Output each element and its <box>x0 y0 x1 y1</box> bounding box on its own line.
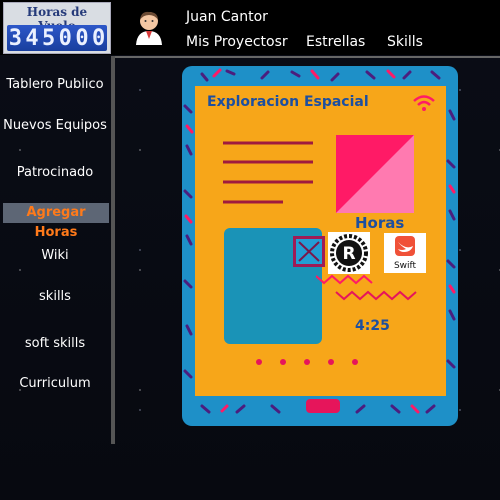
swift-logo-icon <box>395 236 415 256</box>
counter-digit: 3 <box>8 25 22 51</box>
header-divider <box>111 56 500 58</box>
nav-estrellas[interactable]: Estrellas <box>306 34 365 50</box>
nav-mis-proyectos[interactable]: Mis Proyectosr <box>186 34 288 50</box>
counter-digit: 4 <box>25 25 39 51</box>
counter-digit: 0 <box>58 25 72 51</box>
flight-hours-counter: 3 4 5 0 0 0 <box>7 25 107 51</box>
counter-digit: 0 <box>91 25 106 51</box>
svg-text:R: R <box>342 244 355 264</box>
zigzag-decoration <box>316 274 417 301</box>
swift-label: Swift <box>393 261 417 271</box>
counter-digit: 5 <box>42 25 56 51</box>
flight-hours-badge: Horas de Vuelo 3 4 5 0 0 0 <box>3 2 111 54</box>
rust-logo-icon: R <box>328 232 370 274</box>
sidebar-item-skills[interactable]: skills <box>0 289 110 304</box>
sidebar-item-wiki[interactable]: Wiki <box>0 248 110 263</box>
tablet-card: Exploracion Espacial Horas R Swift 4:25 <box>182 66 458 426</box>
pagination-dots <box>256 359 358 365</box>
counter-digit: 0 <box>75 25 89 51</box>
nav-skills[interactable]: Skills <box>387 34 423 50</box>
hours-time: 4:25 <box>355 318 390 334</box>
text-lines-decoration <box>223 141 313 204</box>
sidebar-divider <box>111 56 115 444</box>
hours-label: Horas <box>355 214 405 232</box>
pink-image-placeholder <box>336 135 414 213</box>
tablet-home-button[interactable] <box>306 399 340 413</box>
sidebar-item-tablero-publico[interactable]: Tablero Publico <box>0 77 110 92</box>
sidebar-item-agregar-horas[interactable]: Agregar Horas <box>3 203 109 240</box>
sidebar-item-soft-skills[interactable]: soft skills <box>0 336 110 351</box>
user-avatar-icon[interactable] <box>133 9 165 45</box>
sidebar-item-patrocinado[interactable]: Patrocinado <box>0 165 110 180</box>
swift-logo: Swift <box>384 233 426 273</box>
user-name[interactable]: Juan Cantor <box>186 9 268 25</box>
sidebar-item-curriculum[interactable]: Curriculum <box>0 376 110 391</box>
card-screen: Exploracion Espacial Horas R Swift 4:25 <box>195 86 446 396</box>
wifi-icon <box>413 95 435 111</box>
sidebar-item-nuevos-equipos[interactable]: Nuevos Equipos <box>0 118 110 133</box>
close-icon[interactable] <box>293 236 325 267</box>
card-title: Exploracion Espacial <box>207 94 369 110</box>
top-bar: Horas de Vuelo 3 4 5 0 0 0 Juan Cantor M… <box>0 0 500 55</box>
